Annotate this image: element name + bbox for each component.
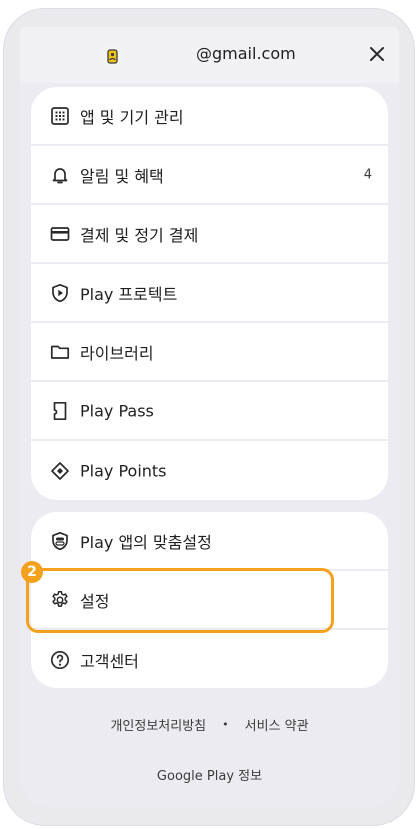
menu-item-label: 결제 및 정기 결제 xyxy=(80,225,199,245)
menu-item-label: 앱 및 기기 관리 xyxy=(80,107,184,127)
menu-item-label: Play Pass xyxy=(80,401,154,420)
menu-item-label: 알림 및 혜택 xyxy=(80,166,164,186)
account-email: @gmail.com xyxy=(196,44,296,63)
close-icon[interactable] xyxy=(366,43,388,65)
menu-item-manage-apps[interactable]: 앱 및 기기 관리 xyxy=(31,87,388,146)
folder-icon xyxy=(49,341,71,363)
credit-card-icon xyxy=(49,223,71,245)
privacy-policy-link[interactable]: 개인정보처리방침 xyxy=(110,715,206,734)
apps-grid-icon xyxy=(49,105,71,127)
menu-item-label: 고객센터 xyxy=(80,651,139,671)
account-menu-screen: @gmail.com 앱 및 기기 관리 알림 및 혜택 4 결제 및 정기 결… xyxy=(20,27,399,807)
menu-item-help[interactable]: 고객센터 xyxy=(31,630,388,688)
user-avatar-icon[interactable] xyxy=(101,45,123,67)
bell-icon xyxy=(49,164,71,186)
bookmark-ticket-icon xyxy=(49,400,71,422)
menu-item-play-points[interactable]: Play Points xyxy=(31,441,388,500)
footer-links: 개인정보처리방침 • 서비스 약관 xyxy=(20,715,399,734)
menu-item-settings[interactable]: 설정 xyxy=(31,571,388,630)
menu-item-label: 라이브러리 xyxy=(80,343,154,363)
menu-item-notifications[interactable]: 알림 및 혜택 4 xyxy=(31,146,388,205)
menu-item-label: 설정 xyxy=(80,591,110,611)
help-circle-icon xyxy=(49,649,71,671)
shield-toggle-icon xyxy=(49,530,71,552)
notification-count-badge: 4 xyxy=(363,167,372,182)
menu-item-label: Play Points xyxy=(80,461,167,480)
terms-of-service-link[interactable]: 서비스 약관 xyxy=(245,715,309,734)
primary-menu-card: 앱 및 기기 관리 알림 및 혜택 4 결제 및 정기 결제 Play 프로텍트… xyxy=(31,87,388,500)
footer-separator: • xyxy=(222,718,229,731)
secondary-menu-card: Play 앱의 맞춤설정 설정 고객센터 xyxy=(31,512,388,688)
shield-play-icon xyxy=(49,282,71,304)
menu-item-library[interactable]: 라이브러리 xyxy=(31,323,388,382)
step-number-badge: 2 xyxy=(21,561,43,583)
menu-item-payments[interactable]: 결제 및 정기 결제 xyxy=(31,205,388,264)
menu-item-play-protect[interactable]: Play 프로텍트 xyxy=(31,264,388,323)
account-header: @gmail.com xyxy=(20,27,399,83)
menu-item-play-pass[interactable]: Play Pass xyxy=(31,382,388,441)
menu-item-label: Play 프로텍트 xyxy=(80,284,178,304)
menu-item-personalization[interactable]: Play 앱의 맞춤설정 xyxy=(31,512,388,571)
diamond-icon xyxy=(49,460,71,482)
menu-item-label: Play 앱의 맞춤설정 xyxy=(80,532,212,552)
gear-icon xyxy=(49,589,71,611)
about-google-play-link[interactable]: Google Play 정보 xyxy=(20,765,399,784)
